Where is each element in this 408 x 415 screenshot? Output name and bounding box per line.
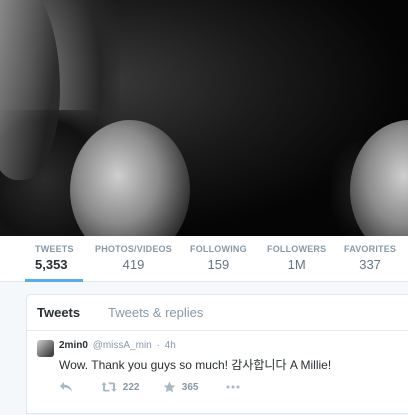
tweet-author-name[interactable]: 2min0 bbox=[59, 340, 88, 351]
stat-value: 337 bbox=[359, 257, 381, 272]
stat-followers[interactable]: FOLLOWERS 1M bbox=[267, 244, 326, 272]
stat-value: 419 bbox=[122, 257, 145, 272]
tab-tweets[interactable]: Tweets bbox=[37, 305, 80, 320]
active-stat-underline bbox=[25, 279, 83, 282]
retweet-icon bbox=[101, 382, 117, 392]
stat-label: FAVORITES bbox=[344, 244, 397, 254]
timeline-tabs: Tweets Tweets & replies bbox=[27, 295, 408, 331]
tweet-text: Wow. Thank you guys so much! 감사합니다 A Mil… bbox=[59, 358, 332, 372]
stat-photos-videos[interactable]: PHOTOS/VIDEOS 419 bbox=[95, 244, 172, 272]
reply-icon bbox=[60, 382, 72, 392]
more-button[interactable] bbox=[225, 381, 241, 393]
tweet-timestamp[interactable]: 4h bbox=[165, 340, 176, 351]
tab-tweets-and-replies[interactable]: Tweets & replies bbox=[108, 305, 203, 320]
stat-label: FOLLOWING bbox=[190, 244, 247, 254]
stat-tweets[interactable]: TWEETS 5,353 bbox=[35, 244, 74, 272]
stat-favorites[interactable]: FAVORITES 337 bbox=[344, 244, 396, 272]
more-icon bbox=[226, 385, 240, 389]
favorite-count: 365 bbox=[181, 381, 199, 393]
profile-header-image bbox=[0, 0, 408, 236]
retweet-count: 222 bbox=[122, 381, 140, 393]
tweet-header: 2min0 @missA_min · 4h bbox=[59, 340, 176, 351]
stat-value: 1M bbox=[287, 257, 306, 272]
stat-following[interactable]: FOLLOWING 159 bbox=[190, 244, 247, 272]
stat-label: TWEETS bbox=[35, 244, 74, 254]
stat-label: FOLLOWERS bbox=[267, 244, 327, 254]
stat-label: PHOTOS/VIDEOS bbox=[95, 244, 172, 254]
tweet-author-handle[interactable]: @missA_min bbox=[93, 340, 152, 351]
reply-button[interactable] bbox=[59, 381, 73, 393]
stat-value: 5,353 bbox=[35, 257, 68, 272]
stat-value: 159 bbox=[207, 257, 230, 272]
timeline-panel: Tweets Tweets & replies 2min0 @missA_min… bbox=[26, 294, 408, 414]
avatar[interactable] bbox=[37, 340, 54, 357]
tweet-separator: · bbox=[156, 340, 160, 351]
favorite-icon bbox=[163, 381, 176, 393]
header-photo-shoulder-right bbox=[350, 120, 408, 236]
favorite-button[interactable]: 365 bbox=[163, 381, 198, 393]
retweet-button[interactable]: 222 bbox=[101, 381, 139, 393]
profile-stats-nav: TWEETS 5,353 PHOTOS/VIDEOS 419 FOLLOWING… bbox=[0, 236, 408, 282]
tweet-item[interactable]: 2min0 @missA_min · 4h Wow. Thank you guy… bbox=[27, 331, 408, 415]
